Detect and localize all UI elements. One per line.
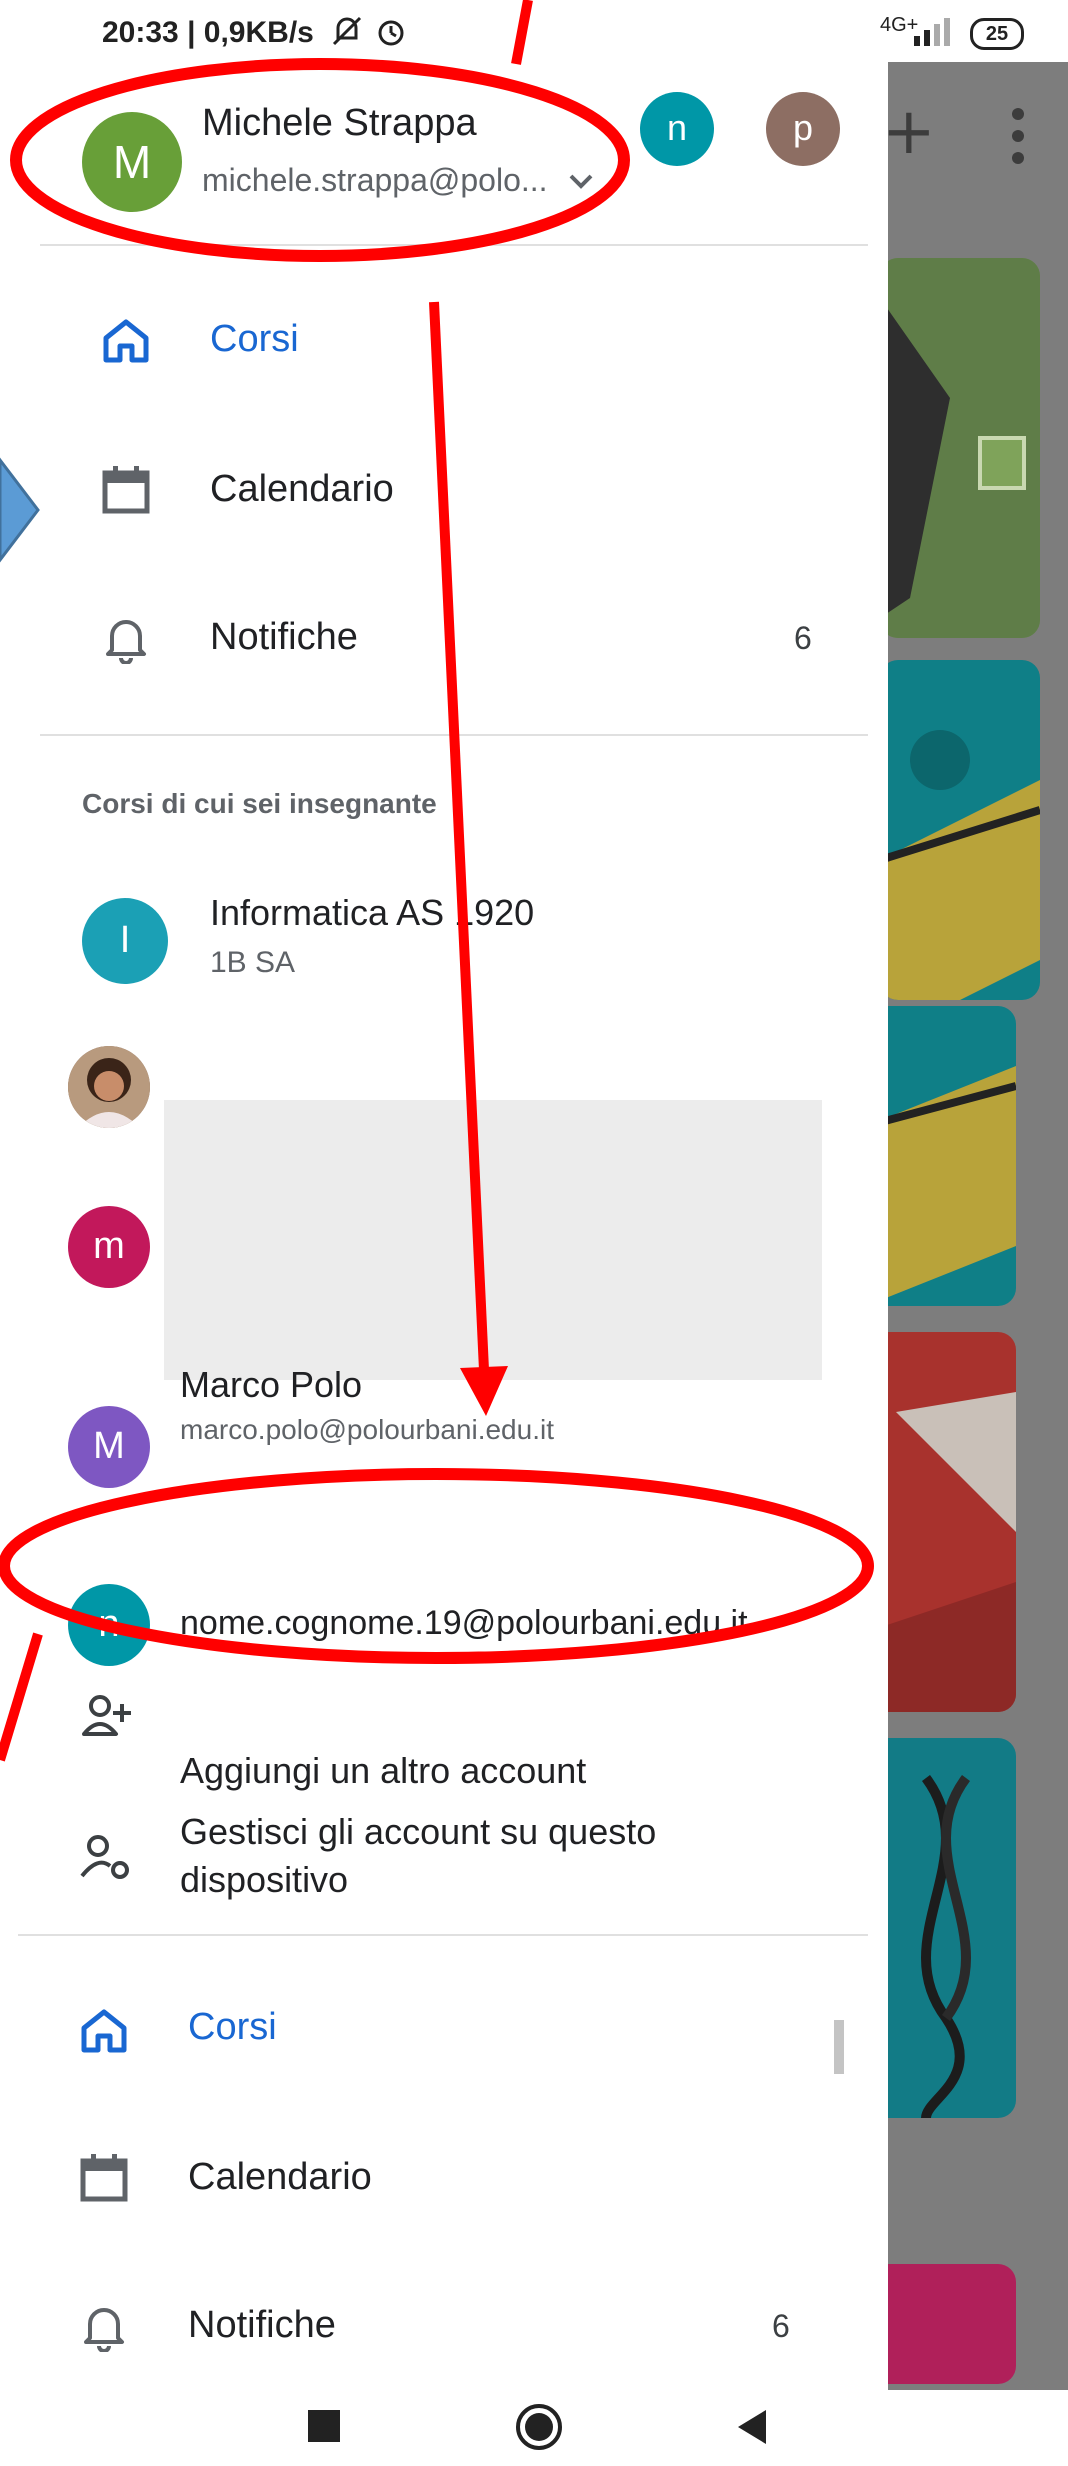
divider <box>40 734 868 736</box>
divider <box>18 1934 868 1936</box>
chevron-down-icon[interactable] <box>566 166 596 196</box>
manage-accounts-icon <box>78 1832 134 1884</box>
navigation-drawer: M Michele Strappa michele.strappa@polo..… <box>0 62 888 2390</box>
back-icon[interactable] <box>736 2408 768 2446</box>
nav-label: Corsi <box>210 318 299 360</box>
course-avatar: I <box>82 898 168 984</box>
nav-label: Notifiche <box>188 2304 336 2346</box>
avatar: n <box>68 1584 150 1666</box>
battery-icon: 25 <box>970 18 1024 50</box>
course-card-2[interactable] <box>880 660 1040 1000</box>
bell-icon <box>100 612 152 664</box>
nav-label: Calendario <box>188 2156 372 2198</box>
add-person-icon <box>78 1692 134 1740</box>
home-icon <box>100 314 152 366</box>
course-card-6[interactable] <box>866 2264 1016 2384</box>
home-button-icon[interactable] <box>514 2402 564 2452</box>
account-email: nome.cognome.19@polourbani.edu.it <box>180 1604 748 1642</box>
account-name: Michele Strappa <box>202 102 477 144</box>
account-avatar[interactable]: M <box>82 112 182 212</box>
bell-icon <box>78 2300 130 2352</box>
notification-count: 6 <box>794 620 812 656</box>
notification-count: 6 <box>772 2308 790 2344</box>
section-title: Corsi di cui sei insegnante <box>82 788 437 819</box>
calendar-icon <box>78 2152 130 2204</box>
alarm-icon <box>374 14 408 48</box>
switch-account-avatar-n[interactable]: n <box>640 92 714 166</box>
course-card-5[interactable] <box>866 1738 1016 2118</box>
status-time: 20:33 | 0,9KB/s <box>102 16 314 49</box>
account-email: michele.strappa@polo... <box>202 162 548 198</box>
scrollbar[interactable] <box>834 2020 844 2074</box>
avatar[interactable]: m <box>68 1206 150 1288</box>
add-account-label: Aggiungi un altro account <box>180 1750 587 1791</box>
signal-icon <box>912 16 958 46</box>
nav-label: Calendario <box>210 468 394 510</box>
course-card-4[interactable] <box>866 1332 1016 1712</box>
manage-accounts-label: Gestisci gli account su questo dispositi… <box>180 1811 657 1900</box>
redacted-area <box>164 1100 822 1380</box>
course-card-1[interactable] <box>880 258 1040 638</box>
system-navigation-bar <box>0 2390 1068 2466</box>
avatar: M <box>68 1406 150 1488</box>
nav-label: Corsi <box>188 2006 277 2048</box>
avatar[interactable] <box>68 1046 150 1128</box>
course-section: 1B SA <box>210 946 296 979</box>
status-bar: 20:33 | 0,9KB/s 4G+ 25 <box>0 0 1068 62</box>
account-email: marco.polo@polourbani.edu.it <box>180 1414 554 1445</box>
home-icon <box>78 2004 130 2056</box>
add-icon[interactable]: + <box>882 100 936 164</box>
calendar-icon <box>100 464 152 516</box>
nav-label: Notifiche <box>210 616 358 658</box>
divider <box>40 244 868 246</box>
recents-icon[interactable] <box>308 2410 340 2442</box>
course-name: Informatica AS 1920 <box>210 892 535 933</box>
account-name: Marco Polo <box>180 1364 363 1405</box>
more-options-icon[interactable] <box>1012 108 1026 174</box>
switch-account-avatar-p[interactable]: p <box>766 92 840 166</box>
mute-icon <box>330 14 364 48</box>
course-card-3[interactable] <box>866 1006 1016 1306</box>
